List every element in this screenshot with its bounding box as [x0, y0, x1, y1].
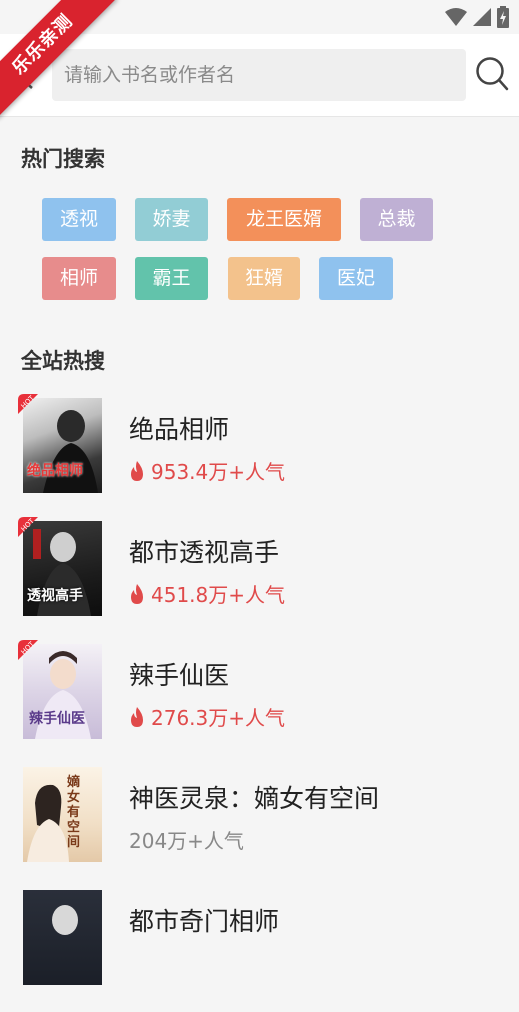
book-item[interactable]: 嫡女有空间 神医灵泉：嫡女有空间 204万+人气 [0, 767, 519, 889]
hot-search-tag[interactable]: 医妃 [319, 257, 393, 300]
popularity-text: 204万+人气 [129, 829, 244, 853]
hot-search-tag[interactable]: 龙王医婿 [227, 198, 341, 241]
book-cover[interactable]: 嫡女有空间 [23, 767, 102, 862]
book-popularity: 204万+人气 [129, 825, 244, 854]
book-item[interactable]: 绝品相师 HOT 绝品相师 953.4万+人气 [0, 394, 519, 520]
book-title: 神医灵泉：嫡女有空间 [129, 784, 380, 813]
battery-icon [497, 6, 509, 28]
hot-search-tag[interactable]: 透视 [42, 198, 116, 241]
hot-search-tag[interactable]: 娇妻 [135, 198, 208, 241]
flame-icon [131, 706, 143, 727]
search-header [0, 34, 519, 117]
book-item[interactable]: 都市奇门相师 [0, 890, 519, 1012]
search-input[interactable] [52, 49, 456, 101]
book-title: 绝品相师 [129, 415, 230, 444]
status-icons [445, 6, 509, 28]
cover-title: 辣手仙医 [29, 711, 85, 727]
book-popularity: 451.8万+人气 [129, 579, 285, 608]
flame-icon [131, 583, 143, 604]
cover-art [52, 905, 78, 935]
book-cover[interactable] [23, 890, 102, 985]
book-item[interactable]: 辣手仙医 HOT 辣手仙医 276.3万+人气 [0, 640, 519, 766]
book-popularity: 953.4万+人气 [129, 456, 285, 485]
cover-title: 绝品相师 [27, 463, 83, 479]
hot-search-tag[interactable]: 霸王 [135, 257, 208, 300]
hot-search-title: 热门搜索 [21, 147, 105, 171]
cellular-signal-icon [473, 8, 491, 26]
cover-title: 嫡女有空间 [67, 775, 81, 850]
flame-icon [131, 460, 143, 481]
hot-search-tag[interactable]: 总裁 [360, 198, 433, 241]
hot-badge-icon: HOT [18, 517, 38, 537]
book-title: 辣手仙医 [129, 661, 230, 690]
hot-search-tag[interactable]: 相师 [42, 257, 116, 300]
hot-search-tag[interactable]: 狂婿 [228, 257, 300, 300]
hot-badge-icon: HOT [18, 394, 38, 414]
hot-badge-icon: HOT [18, 640, 38, 660]
hot-list-title: 全站热搜 [21, 349, 105, 373]
book-title: 都市透视高手 [129, 538, 280, 567]
book-item[interactable]: 透视高手 HOT 都市透视高手 451.8万+人气 [0, 517, 519, 643]
wifi-icon [445, 8, 467, 26]
book-popularity: 276.3万+人气 [129, 702, 285, 731]
popularity-text: 953.4万+人气 [151, 460, 286, 484]
popularity-text: 451.8万+人气 [151, 583, 286, 607]
popularity-text: 276.3万+人气 [151, 706, 286, 730]
cover-art [27, 784, 69, 862]
cover-title: 透视高手 [27, 588, 83, 604]
search-icon[interactable] [474, 55, 510, 93]
book-title: 都市奇门相师 [129, 907, 280, 936]
search-box[interactable] [52, 49, 466, 101]
